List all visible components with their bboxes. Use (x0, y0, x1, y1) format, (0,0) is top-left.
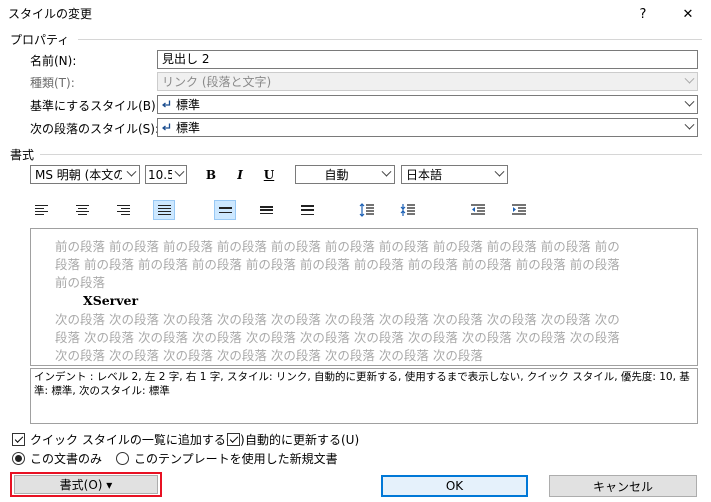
increase-paragraph-spacing-button[interactable] (356, 200, 378, 220)
bold-button[interactable]: B (200, 165, 222, 185)
chevron-down-icon[interactable] (680, 119, 697, 136)
checkmark-icon (14, 433, 23, 443)
formatting-section-label: 書式 (10, 148, 35, 162)
add-quick-style-label: クイック スタイルの一覧に追加する(Q) (30, 433, 245, 447)
double-spacing-icon (300, 205, 314, 215)
chevron-down-icon[interactable] (490, 166, 507, 183)
font-color-combo[interactable]: 自動 (295, 165, 395, 184)
justify-icon (157, 204, 171, 216)
next-style-label: 次の段落のスタイル(S): (30, 122, 160, 136)
single-spacing-icon (218, 207, 232, 213)
one-half-spacing-button[interactable] (255, 200, 277, 220)
paragraph-return-icon (162, 100, 171, 108)
chevron-down-icon[interactable] (172, 166, 186, 183)
name-label: 名前(N): (30, 54, 77, 68)
window-title: スタイルの変更 (8, 7, 93, 21)
add-quick-style-checkbox[interactable] (12, 433, 25, 446)
previous-paragraph-line: 前の段落 (55, 275, 106, 290)
ok-button[interactable]: OK (381, 475, 528, 497)
chevron-down-icon[interactable] (680, 96, 697, 113)
chevron-down-icon[interactable] (122, 166, 139, 183)
type-label: 種類(T): (30, 76, 75, 90)
underline-button[interactable]: U (258, 165, 280, 185)
properties-section-label: プロパティ (10, 33, 70, 47)
based-on-label: 基準にするスタイル(B): (30, 99, 160, 113)
decrease-paragraph-spacing-button[interactable] (397, 200, 419, 220)
align-center-button[interactable] (71, 200, 93, 220)
template-option[interactable]: このテンプレートを使用した新規文書 (116, 450, 338, 467)
auto-update-option[interactable]: 自動的に更新する(U) (227, 431, 359, 448)
next-style-value: 標準 (176, 121, 201, 135)
decrease-indent-button[interactable] (467, 200, 489, 220)
single-spacing-button[interactable] (214, 200, 236, 220)
chevron-down-icon (680, 73, 697, 90)
paragraph-return-icon (162, 123, 171, 131)
properties-divider (78, 39, 702, 40)
type-combo: リンク (段落と文字) (157, 72, 698, 91)
language-combo[interactable]: 日本語 (401, 165, 508, 184)
auto-update-checkbox[interactable] (227, 433, 240, 446)
increase-spacing-icon (359, 203, 374, 217)
italic-button[interactable]: I (229, 165, 251, 185)
based-on-value: 標準 (176, 98, 201, 112)
increase-indent-button[interactable] (508, 200, 530, 220)
close-icon: ✕ (682, 6, 694, 22)
style-preview: 前の段落 前の段落 前の段落 前の段落 前の段落 前の段落 前の段落 前の段落 … (30, 228, 698, 366)
name-field[interactable]: 見出し 2 (157, 50, 698, 69)
chevron-down-icon[interactable] (377, 166, 394, 183)
increase-indent-icon (512, 204, 526, 215)
next-style-combo[interactable]: 標準 (157, 118, 698, 137)
based-on-combo[interactable]: 標準 (157, 95, 698, 114)
auto-update-label: 自動的に更新する(U) (245, 433, 360, 447)
close-button[interactable]: ✕ (668, 0, 708, 28)
decrease-spacing-icon (400, 204, 415, 216)
font-combo[interactable]: MS 明朝 (本文の (30, 165, 140, 184)
align-right-icon (116, 204, 130, 216)
double-spacing-button[interactable] (296, 200, 318, 220)
next-paragraph-line: 次の段落 次の段落 次の段落 次の段落 次の段落 次の段落 次の段落 次の段落 (55, 348, 483, 363)
add-quick-style-option[interactable]: クイック スタイルの一覧に追加する(Q) (12, 431, 245, 448)
formatting-divider (40, 154, 702, 155)
justify-button[interactable] (153, 200, 175, 220)
style-description: インデント : レベル 2, 左 2 字, 右 1 字, スタイル: リンク, … (30, 368, 698, 424)
next-paragraph-line: 段落 次の段落 次の段落 次の段落 次の段落 次の段落 次の段落 次の段落 次の… (55, 330, 620, 345)
font-value: MS 明朝 (本文の (35, 168, 122, 182)
this-document-radio[interactable] (12, 452, 25, 465)
align-center-icon (75, 204, 89, 216)
font-size-combo[interactable]: 10.5 (145, 165, 187, 184)
help-button[interactable]: ? (623, 0, 663, 28)
next-paragraph-line: 次の段落 次の段落 次の段落 次の段落 次の段落 次の段落 次の段落 次の段落 … (55, 312, 620, 327)
previous-paragraph-line: 段落 前の段落 前の段落 前の段落 前の段落 前の段落 前の段落 前の段落 前の… (55, 257, 620, 272)
type-value: リンク (段落と文字) (162, 75, 272, 89)
format-button[interactable]: 書式(O) ▾ (14, 475, 158, 494)
previous-paragraph-line: 前の段落 前の段落 前の段落 前の段落 前の段落 前の段落 前の段落 前の段落 … (55, 239, 620, 254)
align-right-button[interactable] (112, 200, 134, 220)
font-size-value: 10.5 (148, 167, 172, 182)
one-half-spacing-icon (259, 206, 273, 214)
this-document-label: この文書のみ (30, 452, 103, 466)
preview-sample-text: XServer (83, 293, 139, 308)
template-radio[interactable] (116, 452, 129, 465)
checkmark-icon (229, 433, 238, 443)
decrease-indent-icon (471, 204, 485, 215)
language-value: 日本語 (406, 168, 443, 182)
help-icon: ? (639, 6, 647, 22)
font-color-value: 自動 (324, 168, 349, 182)
template-label: このテンプレートを使用した新規文書 (134, 452, 338, 466)
align-left-button[interactable] (30, 200, 52, 220)
cancel-button[interactable]: キャンセル (549, 475, 697, 497)
this-document-option[interactable]: この文書のみ (12, 450, 102, 467)
align-left-icon (34, 204, 48, 216)
